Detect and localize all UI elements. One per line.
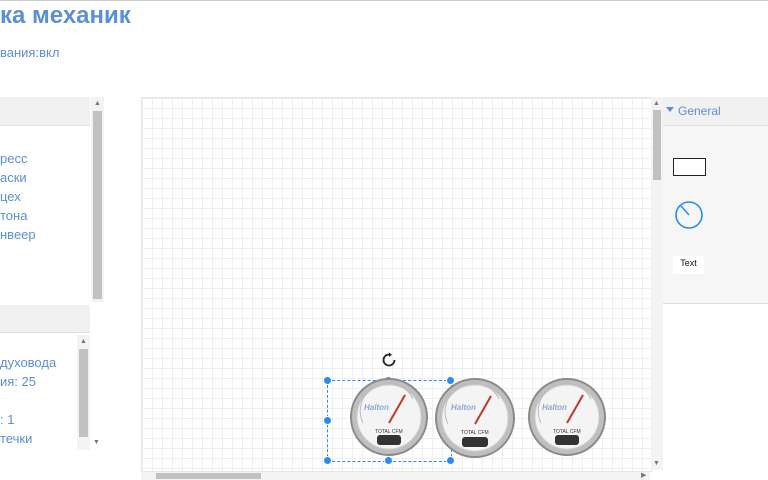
scroll-up-icon[interactable]: ▲ [94, 100, 101, 108]
gauge[interactable] [349, 377, 429, 457]
scroll-down-icon[interactable]: ▼ [93, 439, 100, 447]
scroll-down-icon[interactable]: ▼ [653, 460, 660, 468]
canvas-horizontal-scrollbar[interactable]: ▶ [141, 472, 650, 480]
resize-handle[interactable] [323, 376, 332, 385]
gauge-brand: Halton [451, 403, 476, 412]
list-item [0, 391, 56, 410]
top-border [0, 0, 768, 1]
left-panel-bottom-header[interactable] [0, 305, 90, 333]
page-title: ка механик [0, 2, 131, 29]
arc-shape[interactable] [674, 200, 704, 230]
page-subtitle: вания:вкл [0, 45, 60, 60]
left-bottom-scrollbar[interactable]: ▲ ▼ [77, 335, 100, 450]
general-section-label[interactable]: General [678, 104, 721, 118]
triangle-down-icon[interactable] [666, 107, 674, 112]
list-item[interactable]: тона [0, 206, 36, 225]
list-item[interactable]: нвеер [0, 225, 36, 244]
list-item[interactable]: ия: 25 [0, 372, 56, 391]
scroll-up-icon[interactable]: ▲ [653, 100, 660, 108]
canvas-vertical-scrollbar[interactable]: ▲ ▼ [651, 97, 663, 470]
gauge-brand: Halton [542, 403, 567, 412]
gauge[interactable] [433, 377, 517, 459]
list-item[interactable]: аски [0, 168, 36, 187]
resize-handle[interactable] [323, 456, 332, 465]
scroll-right-icon[interactable]: ▶ [641, 472, 646, 480]
list-item[interactable]: течки [0, 429, 56, 448]
list-item[interactable]: цех [0, 187, 36, 206]
left-panel-bottom-list: духовода ия: 25 : 1 течки [0, 353, 56, 448]
left-panel-bottom: духовода ия: 25 : 1 течки ▲ ▼ [0, 305, 105, 450]
left-panel-top: ресс аски цех тона нвеер ▲ [0, 97, 105, 305]
list-item[interactable]: ресс [0, 149, 36, 168]
scrollbar-thumb[interactable] [93, 111, 102, 299]
left-panel-top-header[interactable] [0, 97, 90, 126]
text-shape[interactable]: Text [673, 256, 704, 274]
scroll-up-icon[interactable]: ▲ [80, 338, 87, 346]
scrollbar-thumb[interactable] [156, 473, 261, 479]
left-top-scrollbar[interactable]: ▲ [91, 97, 104, 302]
resize-handle[interactable] [384, 456, 393, 465]
gauge-label: TOTAL CFM [375, 429, 403, 435]
resize-handle[interactable] [323, 416, 332, 425]
rectangle-shape[interactable] [673, 158, 706, 176]
gauge[interactable] [527, 377, 607, 457]
list-item[interactable]: : 1 [0, 410, 56, 429]
scrollbar-thumb[interactable] [653, 110, 661, 180]
gauge-label: TOTAL CFM [461, 430, 489, 436]
scrollbar-thumb[interactable] [79, 349, 88, 437]
gauge-label: TOTAL CFM [553, 429, 581, 435]
list-item[interactable]: духовода [0, 353, 56, 372]
rotate-icon[interactable] [381, 352, 397, 368]
gauge-brand: Halton [364, 403, 389, 412]
left-panel-top-list: ресс аски цех тона нвеер [0, 149, 36, 244]
